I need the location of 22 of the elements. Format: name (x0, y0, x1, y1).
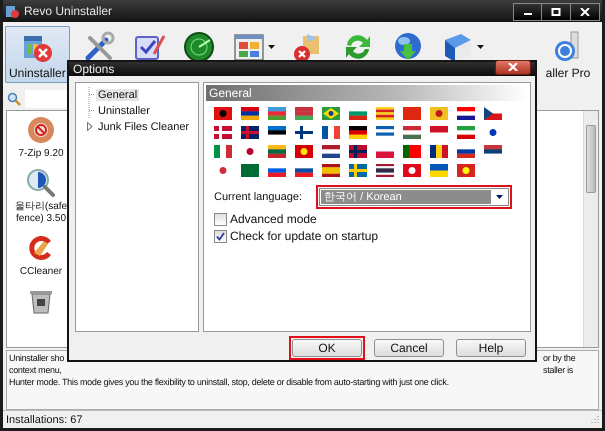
checkbox-label: Check for update on startup (230, 229, 378, 243)
toolbar-button[interactable]: Uninstaller (5, 26, 70, 83)
toolbar-button[interactable]: aller Pro (540, 26, 596, 83)
dialog-title: Options (73, 62, 114, 76)
window-title: Revo Uninstaller (24, 4, 114, 18)
program-label[interactable]: CCleaner (20, 266, 62, 278)
tree-item[interactable]: Uninstaller (96, 104, 152, 116)
description-text: Uninstaller sho (9, 352, 66, 364)
checkbox-label: Advanced mode (230, 212, 317, 226)
installations-count: Installations: 67 (6, 414, 82, 426)
tree-item[interactable]: General (96, 88, 140, 100)
program-label[interactable]: 울타리(safe fence) 3.50 (14, 201, 68, 225)
description-text: Hunter mode. This mode gives you the flexibility to uninstall, stop, delete or disable from auto-starting with just one click. (9, 376, 450, 388)
description-text: or by the (543, 352, 576, 364)
dialog-button[interactable]: Help (456, 339, 526, 357)
description-text: context menu, (9, 364, 63, 376)
dialog-button[interactable]: Cancel (374, 339, 444, 357)
description-text: staller is (543, 364, 574, 376)
field-label: Current language: (214, 191, 302, 203)
tree-item[interactable]: Junk Files Cleaner (96, 120, 192, 132)
program-label[interactable]: 7-Zip 9.20 (18, 148, 64, 160)
dialog-button[interactable]: OK (292, 339, 362, 357)
